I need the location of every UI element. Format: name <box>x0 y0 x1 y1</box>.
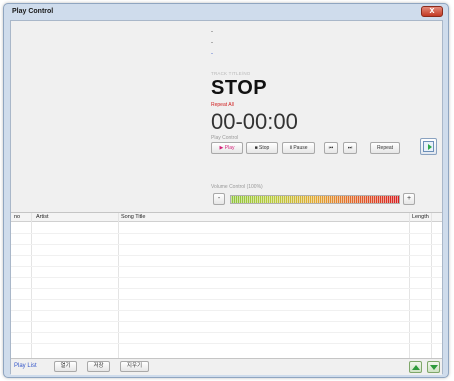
move-down-button[interactable] <box>427 361 440 373</box>
playlist-table[interactable]: no Artist Song Title Length <box>11 212 442 359</box>
column-song-title[interactable]: Song Title <box>121 214 145 220</box>
repeat-button[interactable]: Repeat <box>370 142 400 154</box>
next-button[interactable]: ⏭ <box>343 142 357 154</box>
volume-meter[interactable] <box>230 195 400 204</box>
column-divider <box>409 213 410 359</box>
column-artist[interactable]: Artist <box>36 214 49 220</box>
time-display: 00-00:00 <box>211 109 298 134</box>
volume-up-button[interactable]: + <box>403 193 415 205</box>
delete-button[interactable]: 지우기 <box>120 361 149 372</box>
table-row <box>11 299 442 300</box>
media-player-button[interactable] <box>420 138 437 155</box>
table-row <box>11 288 442 289</box>
info-line-1: - <box>211 29 213 35</box>
close-icon: x <box>429 5 435 15</box>
arrow-up-icon <box>412 365 420 370</box>
volume-down-button[interactable]: - <box>213 193 225 205</box>
play-control-window: Play Control x - - - TRACK TITLE/NO STOP… <box>3 3 449 378</box>
now-playing-panel: - - - TRACK TITLE/NO STOP Repeat All 00-… <box>11 21 442 212</box>
play-control-label: Play Control <box>211 135 239 141</box>
close-button[interactable]: x <box>421 5 443 17</box>
column-no[interactable]: no <box>14 214 20 220</box>
volume-label: Volume Control (100%) <box>211 184 263 190</box>
table-row <box>11 321 442 322</box>
playlist-label: Play List <box>14 363 37 369</box>
table-row <box>11 233 442 234</box>
media-player-icon <box>423 141 434 152</box>
repeat-mode-label: Repeat All <box>211 102 234 108</box>
column-divider <box>431 213 432 359</box>
play-button[interactable]: ▶ Play <box>211 142 243 154</box>
previous-button[interactable]: ⏮ <box>324 142 338 154</box>
table-row <box>11 255 442 256</box>
table-row <box>11 343 442 344</box>
window-title: Play Control <box>12 8 54 15</box>
move-up-button[interactable] <box>409 361 422 373</box>
column-divider <box>31 213 32 359</box>
playlist-toolbar: Play List 열기 저장 지우기 <box>11 358 442 375</box>
stop-button[interactable]: ■ Stop <box>246 142 278 154</box>
track-title-label: TRACK TITLE/NO <box>211 71 251 76</box>
column-length[interactable]: Length <box>412 214 429 220</box>
table-row <box>11 266 442 267</box>
info-line-3: - <box>211 51 213 57</box>
save-button[interactable]: 저장 <box>87 361 110 372</box>
playback-status: STOP <box>211 77 268 99</box>
pause-button[interactable]: Ⅱ Pause <box>282 142 315 154</box>
table-row <box>11 277 442 278</box>
column-divider <box>118 213 119 359</box>
title-bar[interactable]: Play Control x <box>4 4 448 20</box>
client-area: - - - TRACK TITLE/NO STOP Repeat All 00-… <box>10 20 443 375</box>
arrow-down-icon <box>430 365 438 370</box>
play-triangle-icon <box>428 144 432 150</box>
playlist-header: no Artist Song Title Length <box>11 213 442 222</box>
table-row <box>11 244 442 245</box>
table-row <box>11 332 442 333</box>
table-row <box>11 310 442 311</box>
info-line-2: - <box>211 40 213 46</box>
open-button[interactable]: 열기 <box>54 361 77 372</box>
